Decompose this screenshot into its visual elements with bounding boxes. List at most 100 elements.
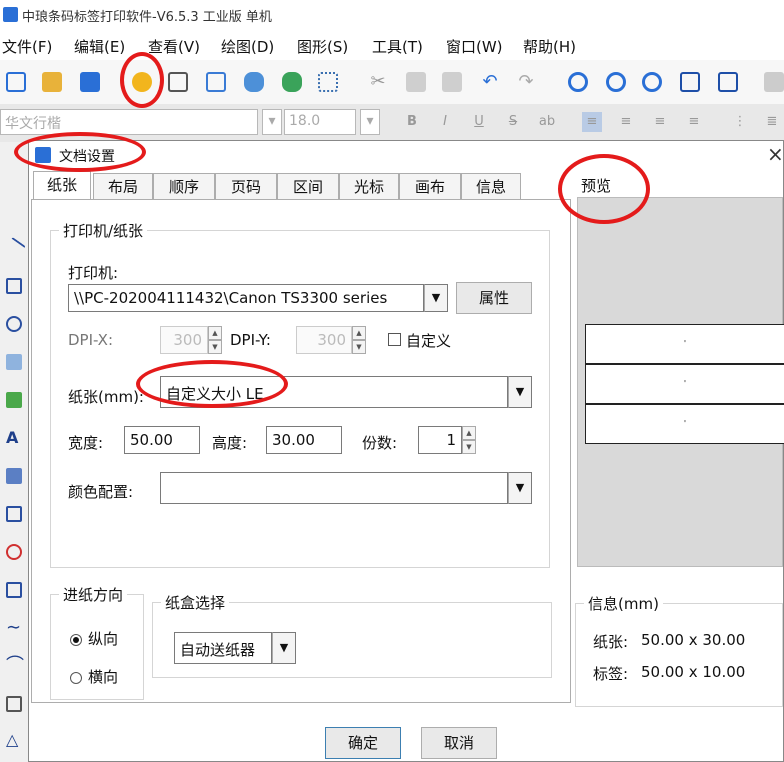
align-right-icon[interactable]: ≡ xyxy=(650,112,670,132)
font-size-dropdown-icon[interactable]: ▾ xyxy=(360,109,380,135)
info-paper-label: 纸张: xyxy=(593,633,629,651)
info-paper-value: 50.00 x 30.00 xyxy=(641,631,746,649)
edit-tool-icon[interactable] xyxy=(6,696,22,712)
ok-button[interactable]: 确定 xyxy=(325,727,401,759)
underline-button[interactable]: U xyxy=(469,112,489,132)
triangle-tool-icon[interactable]: △ xyxy=(6,732,22,748)
dpi-x-label: DPI-X: xyxy=(68,331,114,349)
color-profile-label: 颜色配置: xyxy=(68,483,134,501)
shape-tool-icon[interactable] xyxy=(6,544,22,560)
close-icon[interactable]: × xyxy=(767,142,784,166)
zoom-out-icon[interactable] xyxy=(606,72,626,92)
dpi-y-down-icon[interactable]: ▼ xyxy=(352,340,366,354)
table-tool-icon[interactable] xyxy=(6,582,22,598)
fit-page-icon[interactable] xyxy=(718,72,738,92)
dpi-x-input[interactable]: 300 xyxy=(160,326,208,354)
menu-help[interactable]: 帮助(H) xyxy=(523,36,576,57)
width-input[interactable]: 50.00 xyxy=(124,426,200,454)
menu-file[interactable]: 文件(F) xyxy=(2,36,52,57)
paper-tab-panel: 打印机/纸张 打印机: \\PC-202004111432\Canon TS33… xyxy=(31,199,571,703)
menu-view[interactable]: 查看(V) xyxy=(148,36,200,57)
arc-tool-icon[interactable]: ⌒ xyxy=(6,657,24,675)
line-spacing-icon[interactable]: ≣ xyxy=(762,112,782,132)
dpi-y-up-icon[interactable]: ▲ xyxy=(352,326,366,340)
print-preview-icon[interactable] xyxy=(206,72,226,92)
align-justify-icon[interactable]: ≡ xyxy=(684,112,704,132)
menu-edit[interactable]: 编辑(E) xyxy=(74,36,125,57)
document-settings-icon[interactable] xyxy=(132,72,152,92)
char-spacing-icon[interactable]: ab xyxy=(537,112,557,132)
rectangle-tool-icon[interactable] xyxy=(6,278,22,294)
menu-shape[interactable]: 图形(S) xyxy=(297,36,348,57)
open-folder-icon[interactable] xyxy=(42,72,62,92)
tab-range[interactable]: 区间 xyxy=(277,173,339,199)
new-document-icon[interactable] xyxy=(6,72,26,92)
menu-draw[interactable]: 绘图(D) xyxy=(221,36,274,57)
copies-down-icon[interactable]: ▼ xyxy=(462,440,476,454)
redo-icon[interactable]: ↷ xyxy=(516,72,536,92)
save-icon[interactable] xyxy=(80,72,100,92)
ellipse-tool-icon[interactable] xyxy=(6,316,22,332)
database-settings-icon[interactable] xyxy=(282,72,302,92)
copies-up-icon[interactable]: ▲ xyxy=(462,426,476,440)
picture-tool-icon[interactable] xyxy=(6,392,22,408)
portrait-radio[interactable] xyxy=(70,634,82,646)
textbox-tool-icon[interactable] xyxy=(6,506,22,522)
actual-size-icon[interactable] xyxy=(680,72,700,92)
copies-input[interactable]: 1 xyxy=(418,426,462,454)
tab-order[interactable]: 顺序 xyxy=(153,173,215,199)
paper-size-dropdown-icon[interactable]: ▼ xyxy=(508,376,532,408)
database-icon[interactable] xyxy=(244,72,264,92)
feed-direction-legend: 进纸方向 xyxy=(63,586,124,604)
undo-icon[interactable]: ↶ xyxy=(480,72,500,92)
landscape-radio[interactable] xyxy=(70,672,82,684)
italic-button[interactable]: I xyxy=(435,112,455,132)
color-profile-select[interactable] xyxy=(160,472,508,504)
text-tool-icon[interactable]: A xyxy=(6,430,22,446)
printer-dropdown-icon[interactable]: ▼ xyxy=(424,284,448,312)
zoom-in-icon[interactable] xyxy=(568,72,588,92)
menu-window[interactable]: 窗口(W) xyxy=(446,36,503,57)
height-input[interactable]: 30.00 xyxy=(266,426,342,454)
properties-button[interactable]: 属性 xyxy=(456,282,532,314)
dpi-x-down-icon[interactable]: ▼ xyxy=(208,340,222,354)
tab-paper[interactable]: 纸张 xyxy=(33,171,91,200)
tab-page-number[interactable]: 页码 xyxy=(215,173,277,199)
cut-icon[interactable]: ✂ xyxy=(368,72,388,92)
font-name-select[interactable]: 华文行楷 xyxy=(0,109,258,135)
curve-tool-icon[interactable]: ∼ xyxy=(6,619,22,637)
format-bar: 华文行楷 ▾ 18.0 ▾ B I U S ab ≡ ≡ ≡ ≡ ⋮ ≣ xyxy=(0,104,784,143)
grid-icon[interactable] xyxy=(318,72,338,92)
app-logo-icon xyxy=(3,7,18,22)
color-profile-dropdown-icon[interactable]: ▼ xyxy=(508,472,532,504)
vertical-align-icon[interactable]: ⋮ xyxy=(730,112,750,132)
strikethrough-button[interactable]: S xyxy=(503,112,523,132)
custom-dpi-checkbox[interactable] xyxy=(388,333,401,346)
print-icon[interactable] xyxy=(168,72,188,92)
more-tools-icon[interactable] xyxy=(764,72,784,92)
tab-layout[interactable]: 布局 xyxy=(93,173,153,199)
font-size-select[interactable]: 18.0 xyxy=(284,109,356,135)
paper-size-select[interactable]: 自定义大小 LE xyxy=(160,376,508,408)
bold-button[interactable]: B xyxy=(402,112,422,132)
cancel-button[interactable]: 取消 xyxy=(421,727,497,759)
paste-icon[interactable] xyxy=(442,72,462,92)
tray-select[interactable]: 自动送纸器 xyxy=(174,632,272,664)
copy-icon[interactable] xyxy=(406,72,426,92)
tab-canvas[interactable]: 画布 xyxy=(399,173,461,199)
printer-select[interactable]: \\PC-202004111432\Canon TS3300 series xyxy=(68,284,424,312)
font-name-dropdown-icon[interactable]: ▾ xyxy=(262,109,282,135)
align-center-icon[interactable]: ≡ xyxy=(616,112,636,132)
toolbar: ✂ ↶ ↷ xyxy=(0,60,784,105)
zoom-fit-icon[interactable] xyxy=(642,72,662,92)
dpi-x-up-icon[interactable]: ▲ xyxy=(208,326,222,340)
tray-dropdown-icon[interactable]: ▼ xyxy=(272,632,296,664)
dpi-y-input[interactable]: 300 xyxy=(296,326,352,354)
image-tool-icon[interactable] xyxy=(6,354,22,370)
line-tool-icon[interactable] xyxy=(2,237,26,261)
tab-cursor[interactable]: 光标 xyxy=(339,173,399,199)
barcode-tool-icon[interactable] xyxy=(6,468,22,484)
menu-tools[interactable]: 工具(T) xyxy=(372,36,423,57)
tab-info[interactable]: 信息 xyxy=(461,173,521,199)
align-left-icon[interactable]: ≡ xyxy=(582,112,602,132)
